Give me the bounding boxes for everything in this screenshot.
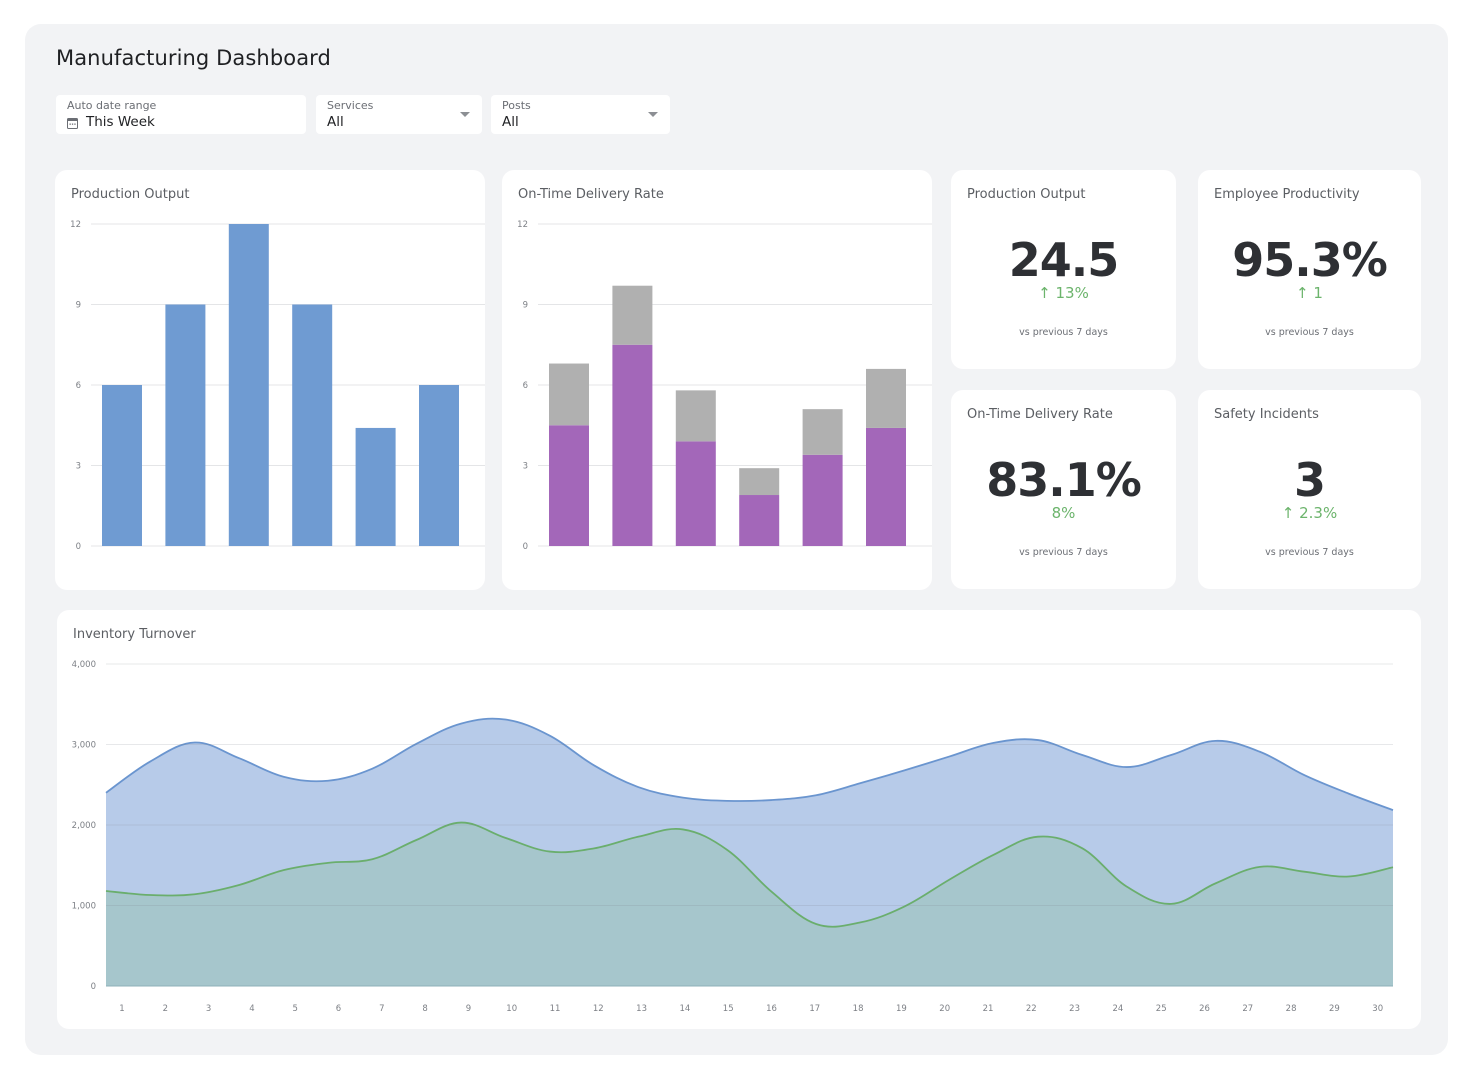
x-tick-label: 2 <box>163 1004 168 1014</box>
on-time-delivery-chart: 0 3 6 9 12 <box>517 220 932 552</box>
bar-segment-on-time <box>866 427 906 546</box>
y-tick-label: 6 <box>76 381 81 391</box>
x-tick-label: 8 <box>422 1004 427 1014</box>
kpi-title: On-Time Delivery Rate <box>967 407 1113 422</box>
services-dropdown[interactable]: Services All <box>316 95 482 134</box>
x-tick-label: 9 <box>466 1004 471 1014</box>
kpi-value: 3 <box>1293 453 1326 507</box>
kpi-comparison-note: vs previous 7 days <box>1019 327 1108 338</box>
kpi-comparison-note: vs previous 7 days <box>1265 327 1354 338</box>
bar-segment-on-time <box>675 441 716 546</box>
kpi-title: Employee Productivity <box>1214 187 1360 202</box>
kpi-value: 24.5 <box>1008 233 1120 287</box>
date-range-value: This Week <box>86 114 155 130</box>
x-tick-label: 10 <box>506 1004 517 1014</box>
kpi-delta: ↑ 2.3% <box>1281 504 1338 522</box>
x-tick-label: 25 <box>1156 1004 1167 1014</box>
y-tick-label: 4,000 <box>72 660 96 670</box>
chevron-down-icon <box>648 112 658 117</box>
x-tick-label: 18 <box>853 1004 864 1014</box>
x-tick-label: 27 <box>1242 1004 1253 1014</box>
kpi-delta: ↑ 1 <box>1296 284 1323 302</box>
x-tick-label: 24 <box>1112 1004 1123 1014</box>
kpi-title: Safety Incidents <box>1214 407 1319 422</box>
x-tick-label: 17 <box>809 1004 820 1014</box>
x-tick-label: 23 <box>1069 1004 1080 1014</box>
x-tick-label: 7 <box>379 1004 384 1014</box>
date-range-filter[interactable]: Auto date range This Week <box>56 95 306 134</box>
kpi-value: 95.3% <box>1232 233 1388 287</box>
x-tick-label: 13 <box>636 1004 647 1014</box>
x-tick-label: 12 <box>593 1004 604 1014</box>
bar <box>292 304 333 546</box>
y-tick-label: 12 <box>70 220 81 230</box>
x-tick-label: 5 <box>292 1004 297 1014</box>
calendar-icon <box>67 117 78 129</box>
bar-segment-on-time <box>739 495 780 546</box>
production-output-chart: 0 3 6 9 12 <box>70 220 485 552</box>
kpi-title: Production Output <box>967 187 1086 202</box>
y-tick-label: 0 <box>91 982 96 992</box>
x-tick-label: 19 <box>896 1004 907 1014</box>
y-tick-label: 3 <box>523 462 528 472</box>
kpi-delta: ↑ 13% <box>1038 284 1089 302</box>
x-tick-label: 26 <box>1199 1004 1210 1014</box>
bar-segment-late <box>549 363 589 426</box>
y-tick-label: 9 <box>523 301 528 311</box>
x-tick-label: 22 <box>1026 1004 1037 1014</box>
kpi-comparison-note: vs previous 7 days <box>1265 547 1354 558</box>
bar-segment-late <box>866 368 906 428</box>
bar-segment-on-time <box>612 344 653 546</box>
services-value: All <box>327 114 344 130</box>
kpi-comparison-note: vs previous 7 days <box>1019 547 1108 558</box>
x-tick-label: 1 <box>119 1004 124 1014</box>
bar-segment-late <box>612 285 653 345</box>
y-tick-label: 1,000 <box>72 902 96 912</box>
bar-segment-late <box>675 390 716 442</box>
y-tick-label: 3 <box>76 462 81 472</box>
services-label: Services <box>327 99 374 112</box>
kpi-card-safety-incidents: Safety Incidents 3 ↑ 2.3% vs previous 7 … <box>1198 390 1421 589</box>
x-tick-label: 4 <box>249 1004 254 1014</box>
kpi-card-production-output: Production Output 24.5 ↑ 13% vs previous… <box>951 170 1176 369</box>
bar <box>228 224 269 546</box>
y-tick-label: 3,000 <box>72 741 96 751</box>
x-tick-label: 28 <box>1286 1004 1297 1014</box>
posts-label: Posts <box>502 99 531 112</box>
y-tick-label: 12 <box>517 220 528 230</box>
x-tick-label: 6 <box>336 1004 341 1014</box>
inventory-turnover-chart: 01,0002,0003,0004,0001 2 3 4 5 6 7 8 9 10 11 12 13 14… <box>72 660 1394 1014</box>
x-tick-label: 29 <box>1329 1004 1340 1014</box>
posts-dropdown[interactable]: Posts All <box>491 95 670 134</box>
y-tick-label: 0 <box>76 542 81 552</box>
x-tick-label: 20 <box>939 1004 950 1014</box>
y-tick-label: 9 <box>76 301 81 311</box>
y-tick-label: 0 <box>523 542 528 552</box>
page-title: Manufacturing Dashboard <box>56 46 331 70</box>
posts-value: All <box>502 114 519 130</box>
x-tick-label: 15 <box>723 1004 734 1014</box>
x-tick-label: 3 <box>206 1004 211 1014</box>
x-tick-label: 11 <box>550 1004 561 1014</box>
bar-segment-on-time <box>802 454 843 546</box>
x-tick-label: 14 <box>679 1004 690 1014</box>
bar <box>419 385 459 546</box>
y-tick-label: 6 <box>523 381 528 391</box>
date-range-label: Auto date range <box>67 99 157 112</box>
kpi-card-employee-productivity: Employee Productivity 95.3% ↑ 1 vs previ… <box>1198 170 1421 369</box>
kpi-card-on-time-delivery-rate: On-Time Delivery Rate 83.1% 8% vs previo… <box>951 390 1176 589</box>
kpi-delta: 8% <box>1051 504 1076 522</box>
chevron-down-icon <box>460 112 470 117</box>
bar <box>102 385 142 546</box>
x-tick-label: 21 <box>983 1004 994 1014</box>
bar <box>165 304 206 546</box>
y-tick-label: 2,000 <box>72 821 96 831</box>
bar-segment-on-time <box>549 425 589 546</box>
bar-segment-late <box>802 409 843 455</box>
x-tick-label: 16 <box>766 1004 777 1014</box>
bar <box>355 427 396 546</box>
kpi-value: 83.1% <box>986 453 1142 507</box>
bar-segment-late <box>739 468 780 496</box>
x-tick-label: 30 <box>1372 1004 1383 1014</box>
